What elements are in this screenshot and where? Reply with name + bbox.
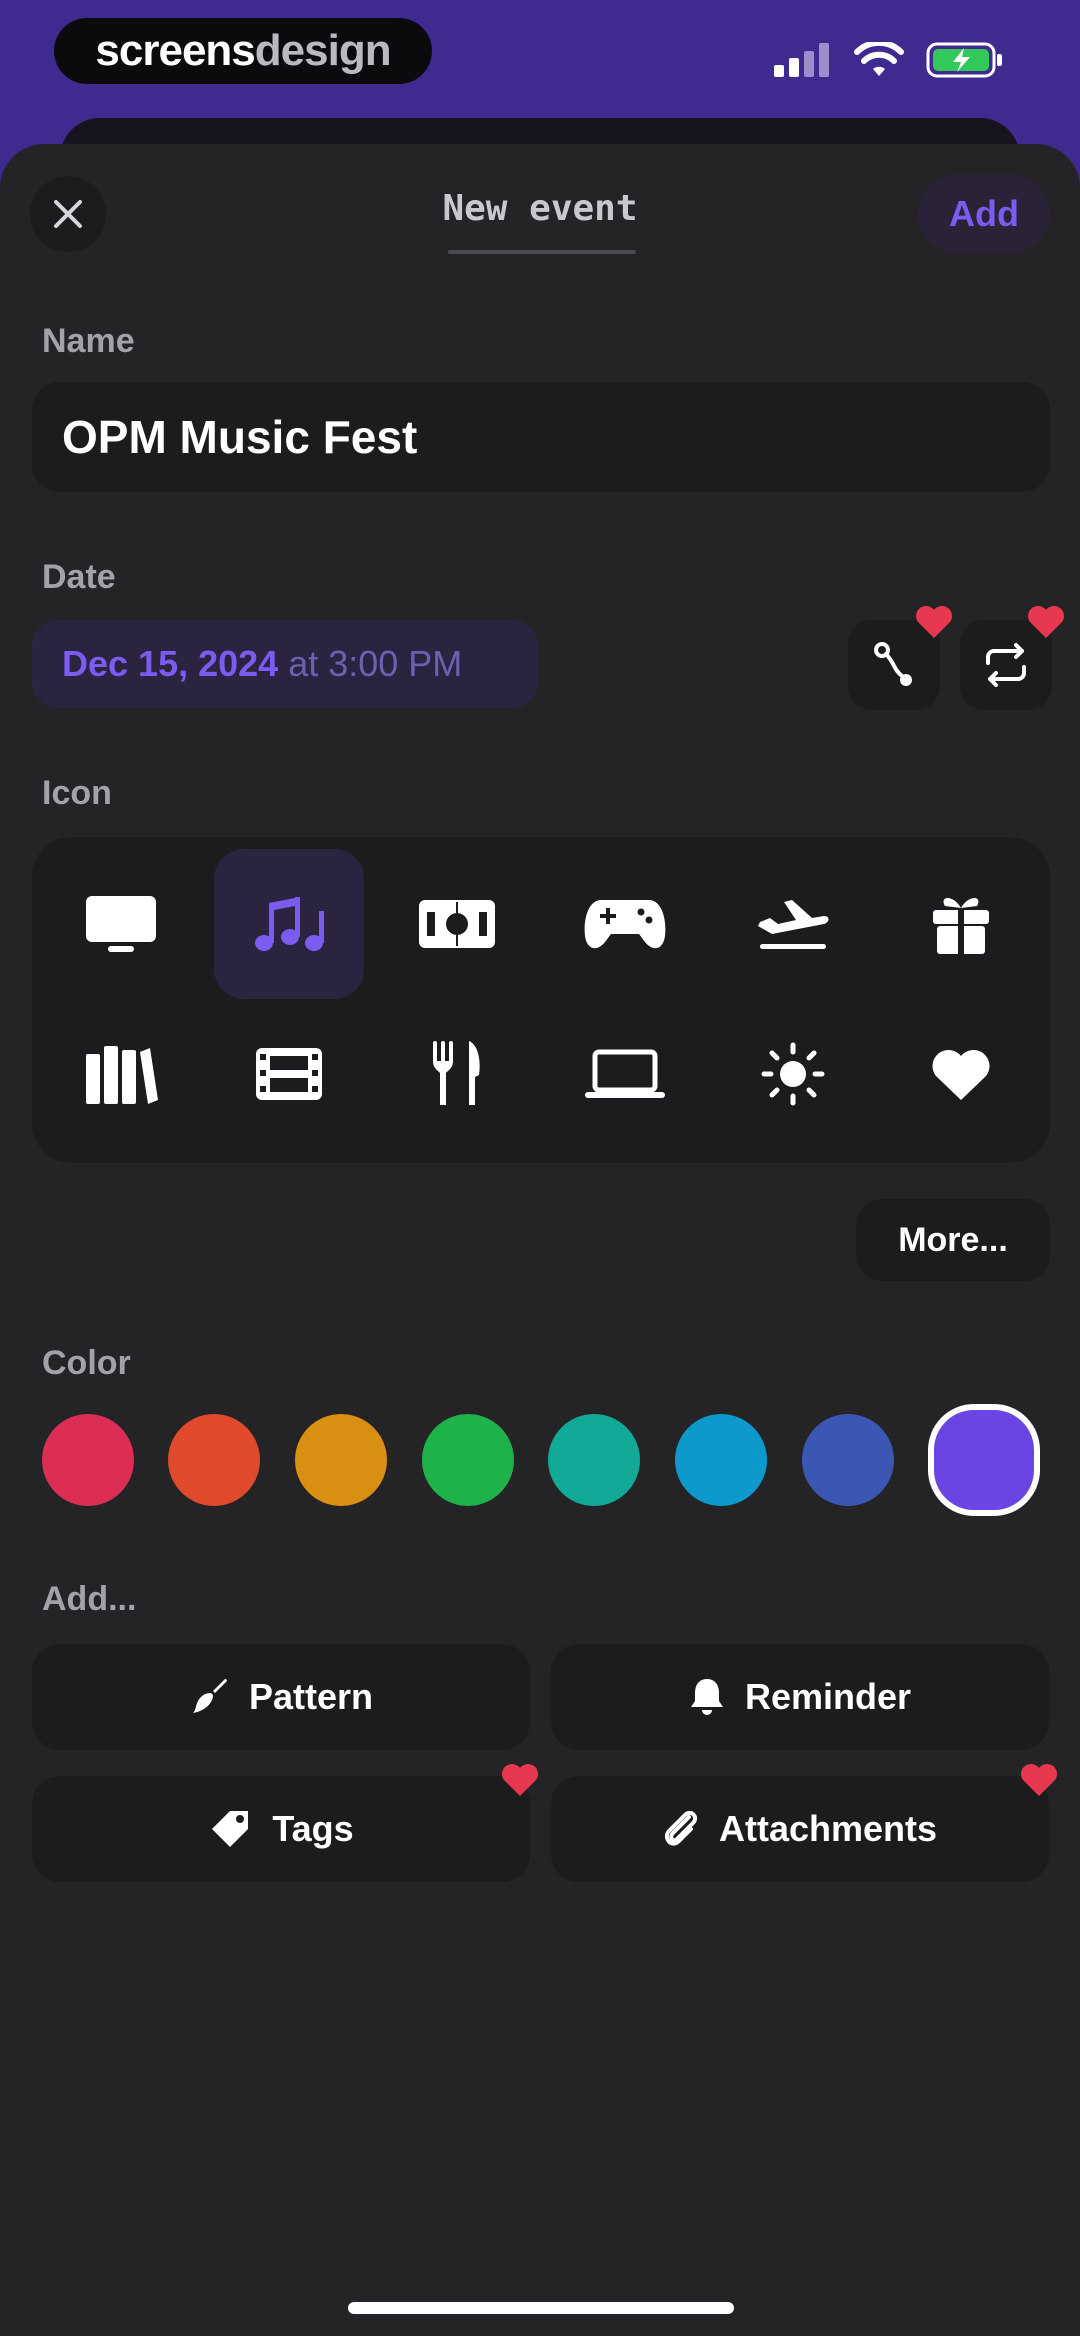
name-label: Name bbox=[42, 322, 135, 360]
icon-option-gift[interactable] bbox=[886, 849, 1036, 999]
status-icons bbox=[774, 42, 1004, 78]
airplane-icon bbox=[758, 900, 829, 949]
icon-option-heart[interactable] bbox=[886, 999, 1036, 1149]
icon-option-gamepad[interactable] bbox=[550, 849, 700, 999]
icon-option-dining[interactable] bbox=[382, 999, 532, 1149]
paperclip-icon bbox=[664, 1810, 698, 1846]
fork-knife-icon bbox=[433, 1041, 480, 1105]
wifi-icon bbox=[854, 42, 904, 76]
bell-icon bbox=[690, 1679, 723, 1715]
brand-logo: screens design bbox=[54, 18, 432, 84]
color-swatch-red[interactable] bbox=[42, 1414, 134, 1506]
icon-option-sun[interactable] bbox=[718, 999, 868, 1149]
home-indicator bbox=[348, 2302, 734, 2314]
music-notes-icon bbox=[255, 897, 324, 951]
brand-part1: screens bbox=[95, 26, 255, 75]
color-swatch-blue[interactable] bbox=[802, 1414, 894, 1506]
heart-badge-icon bbox=[1028, 606, 1064, 638]
color-swatch-teal[interactable] bbox=[548, 1414, 640, 1506]
film-icon bbox=[256, 1048, 322, 1100]
icon-option-stadium[interactable] bbox=[382, 849, 532, 999]
repeat-button[interactable] bbox=[960, 606, 1064, 710]
tv-icon bbox=[86, 896, 156, 952]
color-swatch-yellow[interactable] bbox=[295, 1414, 387, 1506]
heart-badge-icon bbox=[1021, 1764, 1057, 1796]
icon-option-tv[interactable] bbox=[46, 849, 196, 999]
date-label: Date bbox=[42, 558, 116, 596]
attachments-label: Attachments bbox=[718, 1808, 938, 1849]
new-event-sheet: New event Add Name OPM Music Fest Date D… bbox=[0, 144, 1080, 2336]
stadium-icon bbox=[419, 900, 495, 948]
add-section-label: Add... bbox=[42, 1580, 137, 1618]
time-value: 3:00 PM bbox=[328, 643, 463, 684]
gamepad-icon bbox=[584, 900, 666, 949]
event-name-field[interactable]: OPM Music Fest bbox=[32, 382, 1050, 492]
color-swatch-orange[interactable] bbox=[168, 1414, 260, 1506]
sun-icon bbox=[761, 1042, 825, 1106]
route-icon bbox=[874, 642, 912, 686]
signal-icon bbox=[774, 43, 829, 77]
brand-part2: design bbox=[254, 26, 392, 75]
title-underline bbox=[448, 250, 636, 254]
date-value: Dec 15, 2024 bbox=[62, 643, 279, 684]
color-swatch-cyan[interactable] bbox=[675, 1414, 767, 1506]
icon-picker-grid bbox=[32, 837, 1050, 1163]
attachments-button[interactable]: Attachments bbox=[551, 1764, 1057, 1882]
icon-label: Icon bbox=[42, 774, 112, 812]
heart-icon bbox=[932, 1049, 990, 1100]
tags-label: Tags bbox=[272, 1808, 354, 1849]
more-icons-button[interactable]: More... bbox=[856, 1199, 1050, 1281]
add-button[interactable]: Add bbox=[918, 174, 1050, 254]
heart-badge-icon bbox=[502, 1764, 538, 1796]
icon-option-laptop[interactable] bbox=[550, 999, 700, 1149]
icon-option-film[interactable] bbox=[214, 999, 364, 1149]
status-bar: screens design bbox=[0, 0, 1080, 120]
pattern-button[interactable]: Pattern bbox=[32, 1644, 530, 1750]
tag-icon bbox=[212, 1811, 249, 1847]
color-label: Color bbox=[42, 1344, 131, 1382]
gift-icon bbox=[933, 898, 989, 954]
color-swatch-green[interactable] bbox=[422, 1414, 514, 1506]
date-connector: at bbox=[288, 643, 319, 684]
laptop-icon bbox=[585, 1049, 665, 1098]
color-swatch-purple-selected[interactable] bbox=[928, 1404, 1040, 1516]
route-button[interactable] bbox=[848, 606, 952, 710]
reminder-button[interactable]: Reminder bbox=[551, 1644, 1049, 1750]
battery-icon bbox=[926, 42, 1002, 78]
icon-option-books[interactable] bbox=[46, 999, 196, 1149]
paintbrush-icon bbox=[192, 1679, 227, 1713]
heart-badge-icon bbox=[916, 606, 952, 638]
pattern-label: Pattern bbox=[248, 1676, 374, 1717]
icon-option-music[interactable] bbox=[214, 849, 364, 999]
reminder-label: Reminder bbox=[744, 1676, 912, 1717]
tags-button[interactable]: Tags bbox=[32, 1764, 538, 1882]
books-icon bbox=[86, 1046, 158, 1104]
icon-option-airplane[interactable] bbox=[718, 849, 868, 999]
date-picker-button[interactable]: Dec 15, 2024 at 3:00 PM bbox=[32, 620, 538, 708]
repeat-icon bbox=[986, 643, 1026, 687]
event-name-value: OPM Music Fest bbox=[62, 411, 418, 463]
